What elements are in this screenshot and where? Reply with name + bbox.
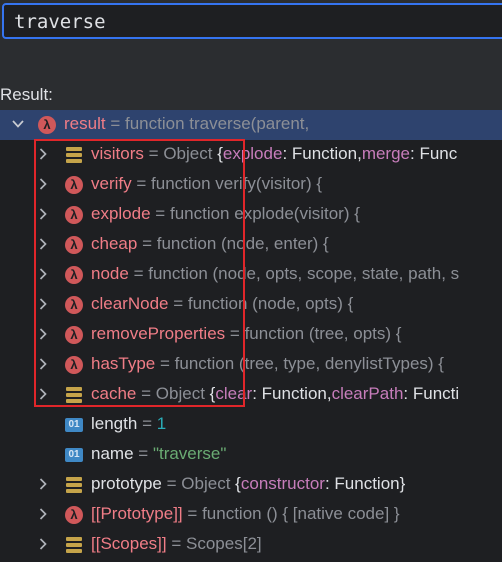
variable-value: Scopes[2] — [186, 534, 262, 553]
property-value: : Function, — [282, 144, 362, 163]
chevron-right-icon[interactable] — [35, 536, 51, 552]
annotation-highlight-box — [34, 139, 245, 407]
equals-sign: = — [142, 414, 152, 433]
variable-value: 1 — [156, 414, 167, 433]
tree-row-internal-prototype[interactable]: λ [[Prototype]] = function () { [native … — [0, 500, 502, 530]
primitive-icon: 01 — [65, 418, 83, 432]
variable-value: function (tree, opts) { — [244, 324, 402, 343]
tree-row-result[interactable]: λ result = function traverse(parent, — [0, 110, 502, 140]
chevron-right-icon[interactable] — [35, 506, 51, 522]
property-value: : Function, — [252, 384, 332, 403]
variable-name: prototype — [91, 474, 162, 493]
result-label: Result: — [0, 85, 53, 104]
object-icon — [66, 537, 82, 553]
equals-sign: = — [138, 444, 149, 463]
property-key: constructor — [240, 474, 325, 493]
variable-name: [[Prototype]] — [91, 504, 183, 523]
variable-name: length — [91, 414, 138, 433]
variable-value: function () { [native code] } — [202, 504, 400, 523]
property-value: : Func — [410, 144, 458, 163]
equals-sign: = — [171, 534, 182, 553]
variable-name: result — [64, 114, 106, 133]
primitive-icon: 01 — [65, 448, 83, 462]
variable-value: "traverse" — [152, 444, 227, 463]
variable-name: name — [91, 444, 134, 463]
property-key: merge — [361, 144, 410, 163]
equals-sign: = — [187, 504, 198, 523]
lambda-icon: λ — [38, 116, 56, 134]
property-value: : Functi — [403, 384, 460, 403]
tree-row-name[interactable]: 01 name = "traverse" — [0, 440, 502, 470]
variable-value: function traverse(parent, — [124, 114, 310, 133]
variable-name: [[Scopes]] — [91, 534, 167, 553]
tree-row-scopes[interactable]: [[Scopes]] = Scopes[2] — [0, 530, 502, 560]
lambda-icon: λ — [65, 506, 83, 524]
property-value: : Function} — [324, 474, 406, 493]
equals-sign: = — [166, 474, 177, 493]
chevron-down-icon[interactable] — [10, 116, 26, 132]
tree-row-prototype[interactable]: prototype = Object {constructor: Functio… — [0, 470, 502, 500]
variable-type: Object — [181, 474, 231, 493]
equals-sign: = — [110, 114, 121, 133]
evaluate-panel: traverse Result: — [0, 0, 502, 112]
expression-text: traverse — [14, 11, 106, 33]
chevron-right-icon[interactable] — [35, 476, 51, 492]
property-key: clearPath — [331, 384, 404, 403]
tree-row-length[interactable]: 01 length = 1 — [0, 410, 502, 440]
object-icon — [66, 477, 82, 493]
expression-input[interactable]: traverse — [2, 3, 502, 39]
